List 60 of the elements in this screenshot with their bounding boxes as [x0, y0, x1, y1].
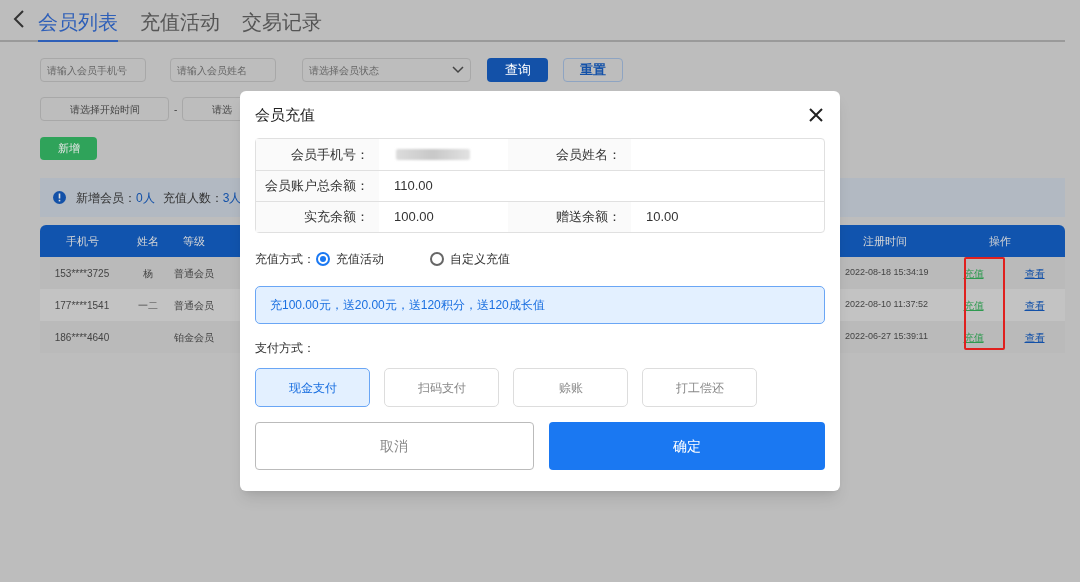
column-header: 等级 [182, 233, 206, 249]
range-separator: - [174, 102, 178, 117]
cancel-button[interactable]: 取消 [255, 422, 534, 470]
field-value: 110.00 [394, 177, 433, 196]
view-link[interactable]: 查看 [1024, 297, 1045, 313]
add-button[interactable]: 新增 [40, 137, 97, 160]
tab[interactable]: 充值活动 [140, 8, 220, 42]
info-icon [53, 191, 66, 204]
column-header: 操作 [988, 233, 1012, 249]
table-cell-text: 153****3725 [53, 266, 111, 281]
field-label: 实充余额： [256, 202, 379, 232]
query-button[interactable]: 查询 [487, 58, 548, 82]
stat-label: 充值人数： [162, 189, 223, 207]
field-label: 支付方式： [255, 340, 316, 357]
payment-option[interactable]: 赊账 [513, 368, 628, 407]
radio-button[interactable] [316, 252, 330, 266]
start-time-field[interactable]: 请选择开始时间 [40, 97, 169, 121]
close-icon[interactable] [809, 108, 823, 122]
column-header: 注册时间 [862, 233, 908, 249]
field-label: 会员手机号： [256, 139, 379, 170]
field-label: 充值方式： [255, 251, 315, 268]
field-value: 10.00 [646, 208, 679, 227]
radio-option[interactable]: 自定义充值 [430, 250, 510, 268]
tab[interactable]: 会员列表 [38, 8, 118, 42]
view-link[interactable]: 查看 [1024, 329, 1045, 345]
confirm-button[interactable]: 确定 [548, 422, 825, 470]
stat-value: 0人 [136, 189, 155, 207]
table-cell-text: 177****1541 [53, 298, 111, 313]
table-cell-text: 2022-08-10 11:37:52 [844, 298, 929, 312]
radio-option[interactable]: 充值活动 [316, 250, 384, 268]
caret-icon [452, 66, 464, 74]
table-cell-text: 186****4640 [53, 330, 111, 345]
table-cell-text: 2022-06-27 15:39:11 [844, 330, 929, 344]
stat-value: 3人 [222, 189, 242, 207]
activity-option[interactable]: 充100.00元，送20.00元，送120积分，送120成长值 [255, 286, 825, 324]
table-cell-text: 铂金会员 [173, 330, 215, 345]
table-cell-text: 2022-08-18 15:34:19 [844, 266, 930, 280]
table-cell-text: 一二 [137, 298, 159, 313]
reset-button[interactable]: 重置 [563, 58, 623, 82]
table-cell-text: 普通会员 [173, 266, 215, 281]
select-placeholder: 请选择会员状态 [309, 63, 379, 78]
phone-field[interactable]: 请输入会员手机号 [40, 58, 146, 82]
column-header: 姓名 [136, 233, 160, 249]
view-link[interactable]: 查看 [1024, 265, 1045, 281]
dialog-title: 会员充值 [255, 104, 315, 125]
tab[interactable]: 交易记录 [242, 8, 322, 42]
table-cell-text: 普通会员 [173, 298, 215, 313]
field-label: 会员账户总余额： [256, 171, 379, 201]
column-header: 手机号 [64, 233, 100, 249]
radio-button[interactable] [430, 252, 444, 266]
field-label: 会员姓名： [508, 139, 631, 170]
table-cell-text: 杨 [142, 266, 154, 281]
stat-label: 新增会员： [76, 189, 136, 207]
status-select[interactable]: 请选择会员状态 [302, 58, 471, 82]
name-field[interactable]: 请输入会员姓名 [170, 58, 276, 82]
payment-option[interactable]: 打工偿还 [642, 368, 757, 407]
payment-option[interactable]: 现金支付 [255, 368, 370, 407]
payment-option[interactable]: 扫码支付 [384, 368, 499, 407]
field-label: 赠送余额： [508, 202, 631, 232]
field-value: 100.00 [394, 208, 434, 227]
